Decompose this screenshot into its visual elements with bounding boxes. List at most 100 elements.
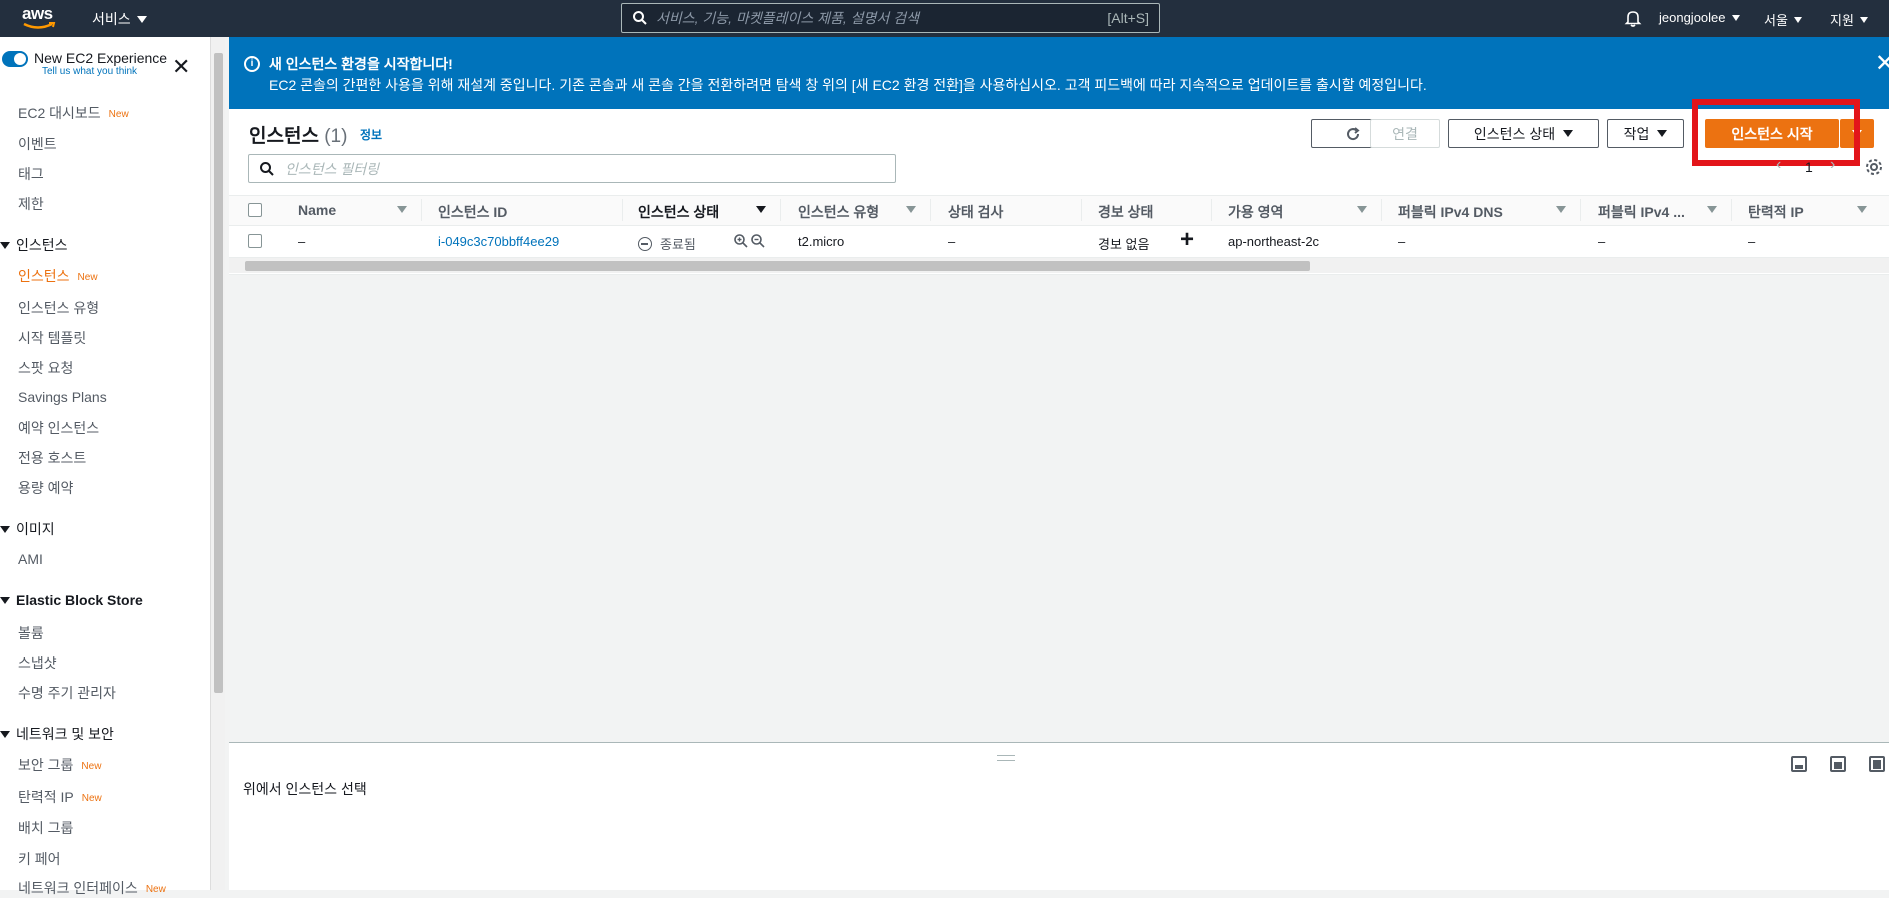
column-header-public-dns[interactable]: 퍼블릭 IPv4 DNS (1398, 202, 1503, 222)
sort-icon[interactable] (906, 206, 916, 213)
column-divider (1580, 199, 1581, 221)
sort-icon[interactable] (756, 206, 766, 213)
new-badge: New (145, 883, 166, 895)
region-menu[interactable]: 서울 (1764, 10, 1802, 29)
caret-down-icon (136, 15, 147, 23)
prev-page-icon[interactable]: ‹ (1776, 156, 1781, 174)
instance-count: (1) (324, 126, 348, 147)
next-page-icon[interactable]: › (1830, 156, 1835, 174)
sidebar-item-elastic-ips[interactable]: 탄력적 IP New (18, 787, 102, 807)
launch-dropdown-button[interactable] (1840, 119, 1874, 148)
sort-icon[interactable] (1556, 206, 1566, 213)
page-title: 인스턴스 (1) (249, 121, 347, 148)
new-experience-banner: i 새 인스턴스 환경을 시작합니다! EC2 콘솔의 간편한 사용을 위해 재… (229, 37, 1889, 109)
column-header-public-ipv4[interactable]: 퍼블릭 IPv4 ... (1598, 202, 1685, 222)
sidebar-item-dashboard[interactable]: EC2 대시보드 New (18, 103, 129, 123)
column-header-name[interactable]: Name (298, 202, 336, 218)
sort-icon[interactable] (1707, 206, 1717, 213)
sidebar-item-key-pairs[interactable]: 키 페어 (18, 849, 61, 869)
sidebar-item-placement-groups[interactable]: 배치 그룹 (18, 818, 73, 838)
global-search-input[interactable]: 서비스, 기능, 마켓플레이스 제품, 설명서 검색 [Alt+S] (621, 3, 1160, 33)
column-header-instance-id[interactable]: 인스턴스 ID (438, 202, 507, 222)
support-menu[interactable]: 지원 (1830, 10, 1868, 29)
section-label: 인스턴스 (16, 237, 68, 253)
new-experience-toggle[interactable] (2, 51, 28, 67)
split-bottom-small-icon[interactable] (1791, 756, 1807, 772)
info-link[interactable]: 정보 (360, 126, 382, 143)
zoom-in-icon[interactable] (733, 233, 749, 252)
cell-alarm-status: 경보 없음 (1098, 237, 1150, 252)
column-header-alarm-status[interactable]: 경보 상태 (1098, 202, 1153, 222)
column-header-availability-zone[interactable]: 가용 영역 (1228, 202, 1283, 222)
sidebar-item-events[interactable]: 이벤트 (18, 134, 57, 154)
select-all-checkbox[interactable] (248, 203, 262, 217)
resize-handle-icon[interactable] (997, 755, 1015, 761)
launch-instance-button[interactable]: 인스턴스 시작 (1705, 119, 1839, 148)
current-page[interactable]: 1 (1805, 159, 1813, 175)
sidebar-item-lifecycle-manager[interactable]: 수명 주기 관리자 (18, 683, 116, 703)
sort-icon[interactable] (1357, 206, 1367, 213)
cell-elastic-ip: – (1748, 234, 1756, 249)
connect-button[interactable]: 연결 (1370, 119, 1440, 148)
column-header-status-check[interactable]: 상태 검사 (948, 202, 1003, 222)
search-icon (633, 11, 647, 25)
row-checkbox[interactable] (248, 234, 262, 248)
sidebar-item-capacity-reservations[interactable]: 용량 예약 (18, 478, 73, 498)
sidebar-item-instances[interactable]: 인스턴스 New (18, 266, 98, 286)
sidebar-scrollbar[interactable] (210, 37, 225, 890)
search-icon (260, 161, 274, 176)
caret-down-icon (1852, 130, 1862, 137)
sort-icon[interactable] (1857, 206, 1867, 213)
sidebar-item-dedicated-hosts[interactable]: 전용 호스트 (18, 448, 86, 468)
sidebar-item-security-groups[interactable]: 보안 그룹 New (18, 755, 101, 775)
add-alarm-icon[interactable]: + (1180, 226, 1194, 254)
sidebar-section-images[interactable]: 이미지 (0, 519, 55, 539)
sidebar-item-tags[interactable]: 태그 (18, 164, 44, 184)
instance-filter-input[interactable]: 인스턴스 필터링 (248, 154, 896, 183)
scrollbar-thumb[interactable] (245, 261, 1310, 271)
column-header-elastic-ip[interactable]: 탄력적 IP (1748, 202, 1804, 222)
cell-availability-zone: ap-northeast-2c (1228, 234, 1320, 249)
column-divider (930, 199, 931, 221)
caret-down-icon (1793, 16, 1802, 23)
sidebar-section-network[interactable]: 네트워크 및 보안 (0, 724, 114, 744)
column-header-instance-type[interactable]: 인스턴스 유형 (798, 202, 879, 222)
close-sidebar-icon[interactable]: ✕ (172, 56, 190, 78)
split-bottom-medium-icon[interactable] (1830, 756, 1846, 772)
sidebar-section-ebs[interactable]: Elastic Block Store (0, 592, 143, 608)
cell-name: – (298, 234, 306, 249)
actions-button[interactable]: 작업 (1607, 119, 1684, 148)
column-header-instance-state[interactable]: 인스턴스 상태 (638, 202, 719, 222)
cell-public-ipv4: – (1598, 234, 1606, 249)
column-divider (421, 199, 422, 221)
scrollbar-thumb[interactable] (214, 53, 223, 693)
aws-logo[interactable]: aws (22, 4, 58, 32)
sidebar-item-launch-templates[interactable]: 시작 템플릿 (18, 328, 86, 348)
instance-state-button[interactable]: 인스턴스 상태 (1448, 119, 1599, 148)
column-divider (622, 199, 623, 221)
sidebar-item-limits[interactable]: 제한 (18, 194, 44, 214)
sidebar-section-instances[interactable]: 인스턴스 (0, 235, 68, 255)
split-bottom-large-icon[interactable] (1869, 756, 1885, 772)
sidebar-item-ami[interactable]: AMI (18, 551, 43, 567)
sidebar-item-savings-plans[interactable]: Savings Plans (18, 389, 107, 405)
column-divider (780, 199, 781, 221)
bell-icon[interactable] (1624, 9, 1642, 27)
button-label: 인스턴스 상태 (1473, 125, 1556, 142)
user-menu[interactable]: jeongjoolee (1659, 10, 1740, 25)
services-menu[interactable]: 서비스 (92, 9, 147, 29)
cell-instance-id-link[interactable]: i-049c3c70bbff4ee29 (438, 234, 559, 249)
table-horizontal-scrollbar[interactable] (229, 258, 1889, 273)
sidebar-item-snapshots[interactable]: 스냅샷 (18, 653, 57, 673)
split-divider[interactable] (229, 742, 1889, 743)
feedback-link[interactable]: Tell us what you think (42, 66, 167, 77)
sidebar-item-reserved-instances[interactable]: 예약 인스턴스 (18, 418, 99, 438)
sidebar-item-network-interfaces[interactable]: 네트워크 인터페이스 New (18, 878, 166, 898)
sidebar-item-volumes[interactable]: 볼륨 (18, 623, 44, 643)
settings-gear-icon[interactable] (1865, 158, 1883, 176)
sidebar-item-instance-types[interactable]: 인스턴스 유형 (18, 298, 99, 318)
sort-icon[interactable] (397, 206, 407, 213)
sidebar-item-spot-requests[interactable]: 스팟 요청 (18, 358, 73, 378)
zoom-out-icon[interactable] (750, 233, 766, 252)
close-banner-icon[interactable]: ✕ (1875, 49, 1889, 78)
